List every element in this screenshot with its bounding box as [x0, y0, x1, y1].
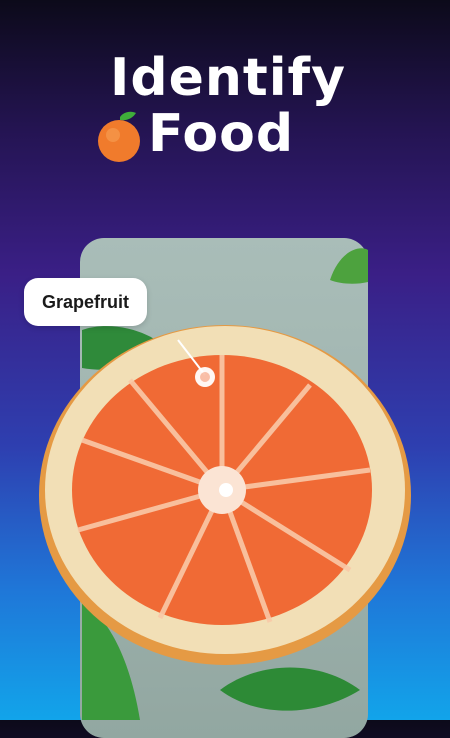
food-label-text: Grapefruit [42, 291, 130, 312]
food-label-callout: Grapefruit [24, 278, 148, 326]
grapefruit-photo [39, 248, 411, 720]
